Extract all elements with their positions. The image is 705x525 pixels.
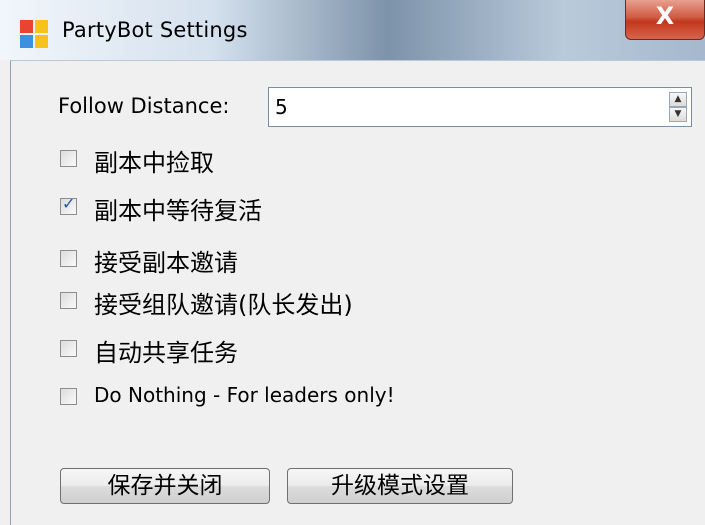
follow-distance-input[interactable]: 5 ▲ ▼ <box>268 87 692 127</box>
title-bar[interactable]: PartyBot Settings X <box>0 0 705 60</box>
follow-distance-value[interactable]: 5 <box>275 95 288 119</box>
window-title: PartyBot Settings <box>62 18 248 42</box>
check-mark-icon: ✓ <box>62 194 76 213</box>
follow-distance-label: Follow Distance: <box>58 94 230 118</box>
spin-down-arrow-icon[interactable]: ▼ <box>669 107 687 122</box>
settings-window: PartyBot Settings X Follow Distance: 5 ▲… <box>0 0 705 525</box>
close-button[interactable]: X <box>625 0 705 40</box>
upgrade-settings-button[interactable]: 升级模式设置 <box>287 468 513 504</box>
checkbox[interactable]: ✓ <box>60 194 77 215</box>
option-label: 接受副本邀请 <box>94 249 238 277</box>
checkbox[interactable] <box>60 340 77 357</box>
close-icon[interactable]: X <box>626 2 704 30</box>
checkbox[interactable] <box>60 150 77 167</box>
option-label: Do Nothing - For leaders only! <box>94 383 395 407</box>
option-label: 副本中等待复活 <box>94 197 262 225</box>
option-label: 副本中捡取 <box>94 149 214 177</box>
app-window-icon[interactable] <box>20 20 48 48</box>
option-label: 自动共享任务 <box>94 339 238 367</box>
save-and-close-button[interactable]: 保存并关闭 <box>60 468 270 504</box>
checkbox[interactable] <box>60 388 77 405</box>
checkbox[interactable] <box>60 250 77 267</box>
follow-distance-spinner[interactable]: ▲ ▼ <box>669 92 687 122</box>
spin-up-arrow-icon[interactable]: ▲ <box>669 92 687 107</box>
checkbox[interactable] <box>60 292 77 309</box>
option-label: 接受组队邀请(队长发出) <box>94 291 353 319</box>
